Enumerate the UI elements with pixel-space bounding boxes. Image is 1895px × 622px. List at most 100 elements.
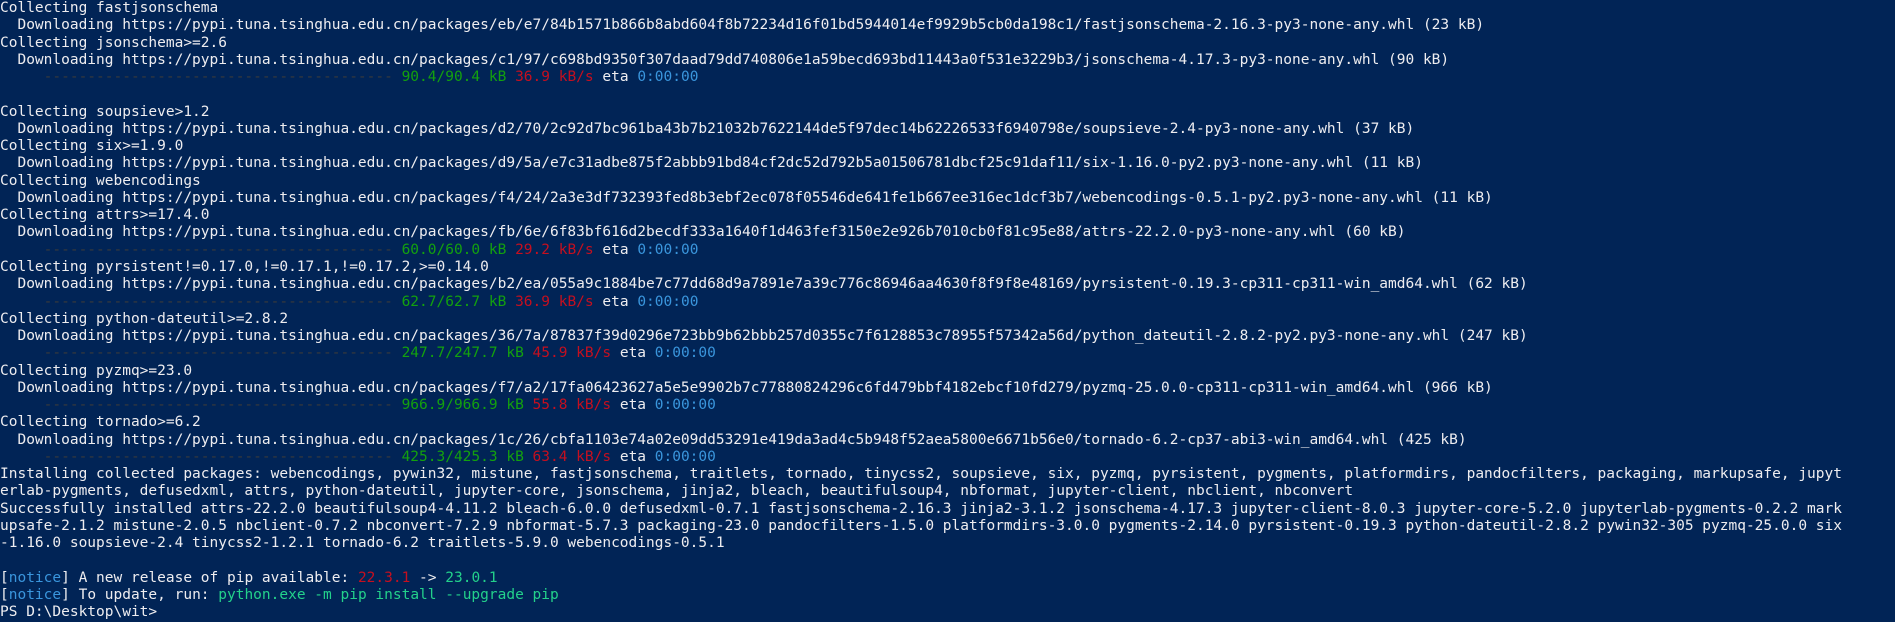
terminal-text-segment: Downloading https://pypi.tuna.tsinghua.e…: [0, 379, 1493, 396]
terminal-line: Collecting six>=1.9.0: [0, 138, 1895, 155]
terminal-text-segment: PS D:\Desktop\wit>: [0, 604, 166, 621]
terminal-text-segment: Collecting jsonschema>=2.6: [0, 34, 227, 51]
terminal-text-segment: 0:00:00: [637, 293, 699, 310]
terminal-text-segment: 62.7/62.7 kB: [401, 293, 507, 310]
terminal-text-segment: 0:00:00: [637, 69, 699, 86]
terminal-text-segment: Downloading https://pypi.tuna.tsinghua.e…: [0, 155, 1423, 172]
terminal-text-segment: Collecting fastjsonschema: [0, 0, 219, 16]
terminal-text-segment: 0:00:00: [654, 345, 716, 362]
terminal-line: Collecting pyrsistent!=0.17.0,!=0.17.1,!…: [0, 259, 1895, 276]
terminal-line: ----------------------------------------…: [0, 397, 1895, 414]
terminal-text-segment: Downloading https://pypi.tuna.tsinghua.e…: [0, 276, 1528, 293]
terminal-text-segment: Downloading https://pypi.tuna.tsinghua.e…: [0, 189, 1493, 206]
terminal-text-segment: python.exe -m pip install --upgrade pip: [218, 587, 559, 604]
terminal-line: ----------------------------------------…: [0, 345, 1895, 362]
terminal-text-segment: [: [0, 569, 9, 586]
terminal-text-segment: notice: [8, 569, 62, 586]
terminal-text-segment: Collecting pyrsistent!=0.17.0,!=0.17.1,!…: [0, 258, 489, 275]
terminal-line: PS D:\Desktop\wit>: [0, 604, 1895, 621]
terminal-line: Downloading https://pypi.tuna.tsinghua.e…: [0, 432, 1895, 449]
terminal-text-segment: 29.2 kB/s: [515, 241, 594, 258]
terminal-line: Downloading https://pypi.tuna.tsinghua.e…: [0, 155, 1895, 172]
terminal-line: -1.16.0 soupsieve-2.4 tinycss2-1.2.1 tor…: [0, 535, 1895, 552]
terminal-text-segment: Successfully installed attrs-22.2.0 beau…: [0, 500, 1842, 517]
terminal-text-segment: 55.8 kB/s: [532, 397, 612, 414]
terminal-line: Collecting soupsieve>1.2: [0, 104, 1895, 121]
terminal-text-segment: 0:00:00: [654, 448, 716, 465]
terminal-line: ----------------------------------------…: [0, 449, 1895, 466]
terminal-line: Successfully installed attrs-22.2.0 beau…: [0, 501, 1895, 518]
terminal-text-segment: ----------------------------------------: [0, 241, 402, 258]
terminal-line: Downloading https://pypi.tuna.tsinghua.e…: [0, 121, 1895, 138]
terminal-text-segment: upsafe-2.1.2 mistune-2.0.5 nbclient-0.7.…: [0, 517, 1842, 534]
terminal-line: Collecting webencodings: [0, 173, 1895, 190]
terminal-text-segment: Collecting tornado>=6.2: [0, 414, 201, 431]
terminal-line: Downloading https://pypi.tuna.tsinghua.e…: [0, 328, 1895, 345]
terminal-line: Collecting pyzmq>=23.0: [0, 363, 1895, 380]
terminal-text-segment: 966.9/966.9 kB: [401, 397, 524, 414]
terminal-text-segment: 90.4/90.4 kB: [401, 69, 507, 86]
terminal-text-segment: 36.9 kB/s: [515, 69, 594, 86]
terminal-text-segment: 60.0/60.0 kB: [401, 241, 507, 258]
terminal-text-segment: Collecting webencodings: [0, 172, 201, 189]
terminal-text-segment: 0:00:00: [637, 241, 699, 258]
terminal-text-segment: eta: [593, 69, 638, 86]
terminal-text-segment: Downloading https://pypi.tuna.tsinghua.e…: [0, 431, 1467, 448]
terminal-text-segment: ----------------------------------------: [0, 293, 402, 310]
terminal-text-segment: Collecting attrs>=17.4.0: [0, 207, 210, 224]
terminal-text-segment: 0:00:00: [654, 397, 716, 414]
terminal-text-segment: Downloading https://pypi.tuna.tsinghua.e…: [0, 51, 1450, 68]
terminal-line: [notice] To update, run: python.exe -m p…: [0, 587, 1895, 604]
terminal-text-segment: ] To update, run:: [61, 587, 219, 604]
terminal-line: upsafe-2.1.2 mistune-2.0.5 nbclient-0.7.…: [0, 518, 1895, 535]
terminal-text-segment: 23.0.1: [445, 569, 498, 586]
terminal-line: Downloading https://pypi.tuna.tsinghua.e…: [0, 52, 1895, 69]
terminal-line: Downloading https://pypi.tuna.tsinghua.e…: [0, 224, 1895, 241]
terminal-text-segment: 45.9 kB/s: [532, 345, 612, 362]
terminal-text-segment: ] A new release of pip available:: [61, 569, 358, 586]
terminal-text-segment: notice: [8, 587, 62, 604]
terminal-line: ----------------------------------------…: [0, 242, 1895, 259]
terminal-line: Downloading https://pypi.tuna.tsinghua.e…: [0, 17, 1895, 34]
terminal-text-segment: 425.3/425.3 kB: [401, 448, 524, 465]
terminal-line: Collecting python-dateutil>=2.8.2: [0, 311, 1895, 328]
terminal-text-segment: eta: [593, 293, 638, 310]
terminal-line: Collecting fastjsonschema: [0, 0, 1895, 17]
terminal-text-segment: Collecting six>=1.9.0: [0, 138, 184, 155]
terminal-text-segment: 36.9 kB/s: [515, 293, 594, 310]
terminal-line: Downloading https://pypi.tuna.tsinghua.e…: [0, 190, 1895, 207]
terminal-line: erlab-pygments, defusedxml, attrs, pytho…: [0, 483, 1895, 500]
terminal-text-segment: [: [0, 587, 9, 604]
terminal-text-segment: -1.16.0 soupsieve-2.4 tinycss2-1.2.1 tor…: [0, 535, 725, 552]
terminal-line: [notice] A new release of pip available:…: [0, 570, 1895, 587]
terminal-line: Downloading https://pypi.tuna.tsinghua.e…: [0, 276, 1895, 293]
terminal-text-segment: ----------------------------------------: [0, 397, 402, 414]
terminal-line: Collecting tornado>=6.2: [0, 414, 1895, 431]
terminal-text-segment: Installing collected packages: webencodi…: [0, 466, 1842, 483]
terminal-text-segment: Downloading https://pypi.tuna.tsinghua.e…: [0, 17, 1485, 34]
terminal-line: ----------------------------------------…: [0, 69, 1895, 86]
terminal-text-segment: Collecting python-dateutil>=2.8.2: [0, 310, 289, 327]
terminal-text-segment: Collecting soupsieve>1.2: [0, 103, 210, 120]
terminal-text-segment: ----------------------------------------: [0, 448, 402, 465]
terminal-line: Collecting jsonschema>=2.6: [0, 35, 1895, 52]
terminal-text-segment: 247.7/247.7 kB: [401, 345, 524, 362]
terminal-line: Collecting attrs>=17.4.0: [0, 207, 1895, 224]
terminal-line: Downloading https://pypi.tuna.tsinghua.e…: [0, 380, 1895, 397]
terminal-text-segment: Collecting pyzmq>=23.0: [0, 362, 193, 379]
terminal-line: Installing collected packages: webencodi…: [0, 466, 1895, 483]
terminal-text-segment: 63.4 kB/s: [532, 448, 612, 465]
terminal-text-segment: erlab-pygments, defusedxml, attrs, pytho…: [0, 483, 1354, 500]
terminal-text-segment: Downloading https://pypi.tuna.tsinghua.e…: [0, 328, 1528, 345]
terminal-text-segment: eta: [593, 241, 638, 258]
terminal-text-segment: ----------------------------------------: [0, 69, 402, 86]
terminal-window[interactable]: Collecting fastjsonschema Downloading ht…: [0, 0, 1895, 622]
